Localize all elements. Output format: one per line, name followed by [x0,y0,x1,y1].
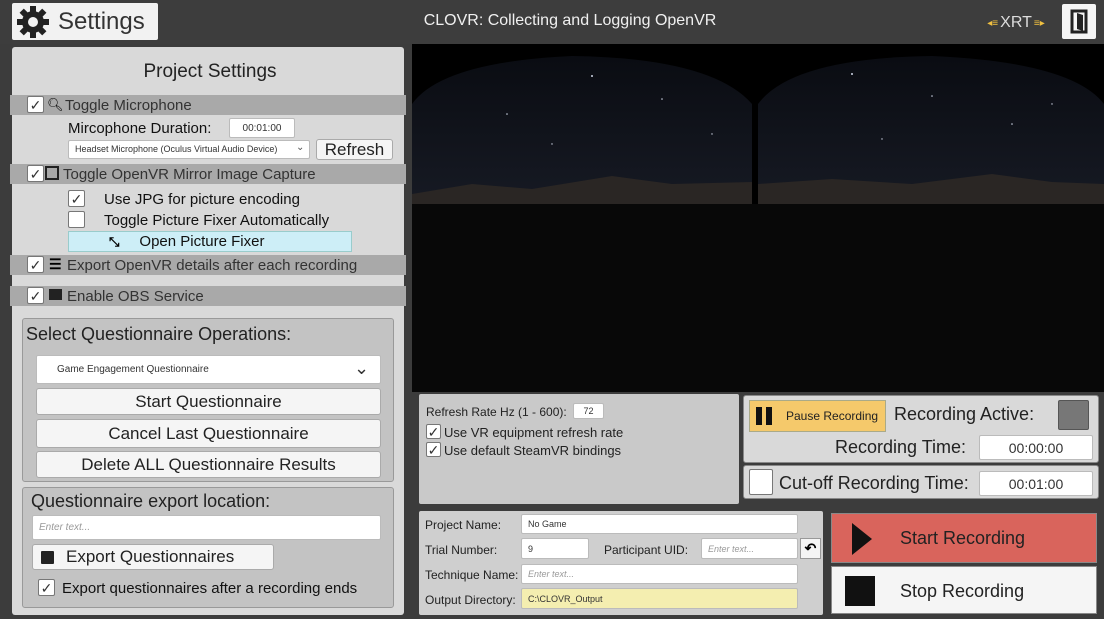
use-default-bindings-checkbox[interactable]: ✓ [426,442,441,457]
trial-number-field[interactable]: 9 [521,538,589,559]
enable-obs-label: Enable OBS Service [67,288,204,305]
mic-duration-label: Mircophone Duration: [68,120,212,137]
film-icon [45,166,59,180]
open-picture-fixer-label: Open Picture Fixer [139,233,265,250]
use-vr-rate-label: Use VR equipment refresh rate [444,425,624,440]
technique-name-label: Technique Name: [425,568,519,582]
use-vr-rate-checkbox[interactable]: ✓ [426,424,441,439]
vr-mirror-view [412,44,1104,392]
start-recording-label: Start Recording [900,528,1026,548]
export-location-title: Questionnaire export location: [31,491,271,511]
toggle-microphone-label: Toggle Microphone [65,97,192,114]
export-questionnaires-label: Export Questionnaires [66,547,235,566]
toggle-mirror-checkbox[interactable]: ✓ [27,165,44,182]
use-default-bindings-label: Use default SteamVR bindings [444,443,622,458]
recording-active-label: Recording Active: [894,404,1035,424]
reset-icon: ↶ [804,540,817,556]
gear-icon [17,5,49,38]
questionnaire-selected: Game Engagement Questionnaire [57,364,209,375]
output-directory-label: Output Directory: [425,593,516,607]
delete-all-results-button[interactable]: Delete ALL Questionnaire Results [36,451,381,478]
toggle-microphone-checkbox[interactable]: ✓ [27,96,44,113]
start-questionnaire-button[interactable]: Start Questionnaire [36,388,381,415]
questionnaire-ops-title: Select Questionnaire Operations: [26,324,292,344]
recording-time-label: Recording Time: [835,437,967,457]
save-icon [41,550,54,564]
project-name-label: Project Name: [425,518,502,532]
refresh-rate-field[interactable]: 72 [573,403,604,419]
collapse-arrows-icon: ⤡ [109,233,120,249]
stop-recording-label: Stop Recording [900,581,1025,601]
pause-icon [756,407,772,425]
xrt-logo: ◂≡ XRT ≡▸ [987,12,1045,34]
toggle-mirror-label: Toggle OpenVR Mirror Image Capture [63,166,316,183]
recording-time-field: 00:00:00 [979,435,1093,460]
play-icon [852,523,872,555]
pause-recording-label: Pause Recording [786,409,879,423]
exit-button[interactable] [1062,4,1096,39]
vr-eye-images [412,56,1104,392]
cancel-last-questionnaire-button[interactable]: Cancel Last Questionnaire [36,419,381,448]
enable-obs-checkbox[interactable]: ✓ [27,287,44,304]
use-jpg-label: Use JPG for picture encoding [104,191,300,208]
app-title: CLOVR: Collecting and Logging OpenVR [423,12,717,29]
participant-uid-label: Participant UID: [604,543,689,557]
technique-name-field[interactable]: Enter text... [521,564,798,584]
list-icon: ☰ [49,256,62,272]
cutoff-checkbox[interactable] [749,469,773,495]
refresh-rate-label: Refresh Rate Hz (1 - 600): [426,405,567,419]
trial-number-label: Trial Number: [425,543,498,557]
search-icon: 🔍︎ [47,97,64,112]
start-recording-button[interactable]: Start Recording [831,513,1097,563]
mic-device-dropdown[interactable]: Headset Microphone (Oculus Virtual Audio… [68,140,310,159]
reset-uid-button[interactable]: ↶ [800,538,821,559]
export-details-label: Export OpenVR details after each recordi… [67,257,358,274]
output-directory-field[interactable]: C:\CLOVR_Output [521,588,798,609]
pause-recording-button[interactable]: Pause Recording [749,400,886,432]
export-after-recording-checkbox[interactable]: ✓ [38,579,55,596]
stop-recording-button[interactable]: Stop Recording [831,566,1097,614]
open-picture-fixer-button[interactable]: ⤡ Open Picture Fixer [68,231,352,252]
questionnaire-dropdown[interactable]: Game Engagement Questionnaire [36,355,381,384]
toggle-fixer-checkbox[interactable] [68,211,85,228]
use-jpg-checkbox[interactable]: ✓ [68,190,85,207]
exit-door-icon [1070,9,1088,34]
mic-device-value: Headset Microphone (Oculus Virtual Audio… [75,144,278,154]
settings-button[interactable]: Settings [12,3,158,40]
refresh-button[interactable]: Refresh [316,139,393,160]
clapperboard-icon [49,289,62,300]
toggle-fixer-label: Toggle Picture Fixer Automatically [104,212,330,229]
cutoff-label: Cut-off Recording Time: [779,473,969,493]
export-questionnaires-button[interactable]: Export Questionnaires [32,544,274,570]
mic-duration-field[interactable]: 00:01:00 [229,118,295,138]
export-after-recording-label: Export questionnaires after a recording … [62,580,358,597]
cutoff-time-field[interactable]: 00:01:00 [979,471,1093,496]
project-name-field[interactable]: No Game [521,514,798,534]
settings-label: Settings [58,7,145,35]
export-location-input[interactable]: Enter text... [32,515,381,540]
stop-icon [845,576,875,606]
export-details-checkbox[interactable]: ✓ [27,256,44,273]
participant-uid-field[interactable]: Enter text... [701,538,798,559]
project-settings-title: Project Settings [143,61,277,82]
chevron-down-icon: ⌄ [354,358,370,378]
xrt-logo-text: XRT [1000,14,1032,31]
chevron-down-icon: ⌄ [296,142,305,153]
recording-active-indicator [1058,400,1089,430]
